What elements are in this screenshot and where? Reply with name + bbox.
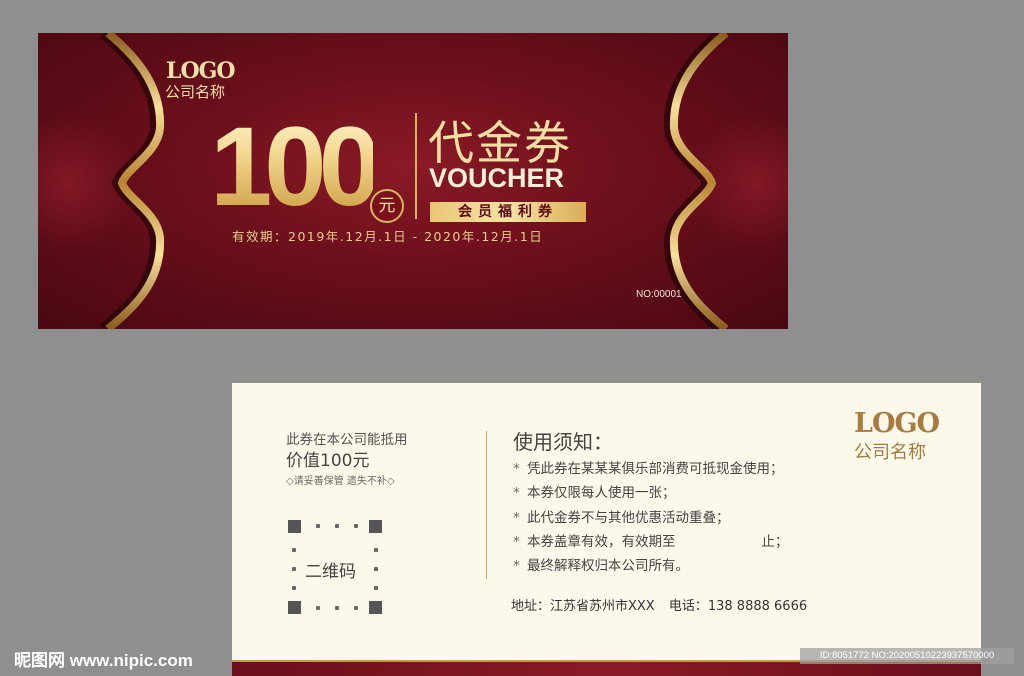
qr-corner [288,520,301,533]
usage-rule: * 本券仅限每人使用一张； [513,485,676,502]
keep-safe-note: ◇请妥善保管 遗失不补◇ [286,476,395,487]
qr-dot [354,524,358,528]
qr-code-label: 二维码 [305,562,356,582]
qr-dot [354,606,358,610]
voucher-back: 此券在本公司能抵用 价值100元 ◇请妥善保管 遗失不补◇ 二维码 使用须知： … [232,383,981,676]
front-company-name: 公司名称 [165,83,226,101]
back-divider [486,431,487,579]
serial-number: NO:00001 [636,289,682,300]
back-logo: LOGO [854,408,940,439]
image-id-watermark: ID:8051772 NO:20200510223937570000 [800,648,1014,664]
site-watermark: 昵图网 www.nipic.com [14,651,193,670]
usage-rules-list: * 凭此券在某某某俱乐部消费可抵现金使用； * 本券仅限每人使用一张； * 此代金券不… [513,457,788,578]
usage-rule: * 最终解释权归本公司所有。 [513,558,689,575]
qr-corner [288,601,301,614]
phone-text: 电话：138 8888 6666 [668,599,808,614]
qr-dot [335,606,339,610]
validity-period: 有效期：2019年.12月.1日 - 2020年.12月.1日 [232,229,544,244]
redeem-description: 此券在本公司能抵用 [286,432,408,448]
address-text: 地址：江苏省苏州市XXX [511,599,655,614]
usage-rule: * 本券盖章有效，有效期至 止； [513,533,789,550]
back-company-name: 公司名称 [854,442,926,463]
qr-dot [292,548,296,552]
currency-badge: 元 [370,189,404,223]
voucher-amount: 100 [210,104,381,229]
qr-corner [369,520,382,533]
usage-rule: * 此代金券不与其他优惠活动重叠； [513,509,730,526]
voucher-front: LOGO 公司名称 100 元 代金券 VOUCHER 会员福利券 有效期：20… [38,33,788,329]
qr-dot [374,548,378,552]
gold-border-ornament [38,33,788,329]
qr-code-placeholder: 二维码 [288,520,382,614]
usage-notice-title: 使用须知： [513,430,613,454]
qr-dot [316,606,320,610]
qr-dot [335,524,339,528]
usage-rule: * 凭此券在某某某俱乐部消费可抵现金使用； [513,461,784,477]
title-divider [415,113,417,219]
qr-dot [374,586,378,590]
qr-dot [292,586,296,590]
qr-dot [292,567,296,571]
contact-info: 地址：江苏省苏州市XXX 电话：138 8888 6666 [511,595,817,614]
redeem-value: 价值100元 [286,451,370,471]
qr-corner [369,601,382,614]
voucher-title-en: VOUCHER [429,163,565,193]
qr-dot [374,567,378,571]
qr-dot [316,524,320,528]
member-benefit-badge: 会员福利券 [430,202,586,222]
